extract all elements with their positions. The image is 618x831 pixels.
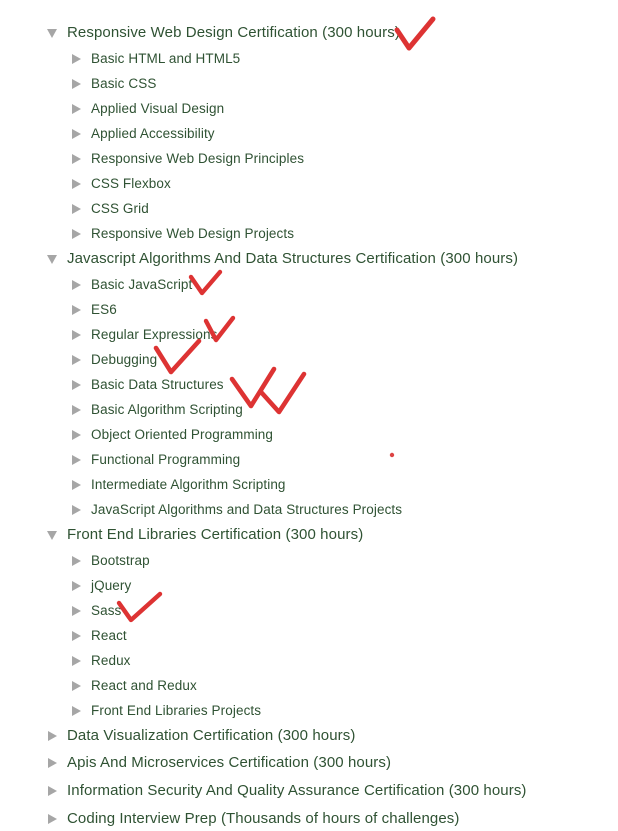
triangle-right-icon[interactable] — [70, 353, 84, 367]
triangle-right-icon[interactable] — [70, 629, 84, 643]
triangle-right-icon[interactable] — [46, 756, 60, 770]
triangle-right-icon[interactable] — [70, 654, 84, 668]
course-label: Regular Expressions — [91, 326, 218, 342]
course-label: JavaScript Algorithms and Data Structure… — [91, 501, 403, 517]
course-row[interactable]: React and Redux — [70, 673, 197, 698]
triangle-right-icon[interactable] — [70, 403, 84, 417]
course-row[interactable]: Regular Expressions — [70, 322, 217, 347]
course-row[interactable]: Basic JavaScript — [70, 272, 192, 297]
certification-label: Apis And Microservices Certification (30… — [67, 753, 392, 771]
course-label: Debugging — [91, 351, 158, 367]
course-label: Redux — [91, 652, 131, 668]
course-row[interactable]: Basic CSS — [70, 71, 156, 96]
certification-row[interactable]: Coding Interview Prep (Thousands of hour… — [46, 806, 459, 831]
course-row[interactable]: Sass — [70, 598, 121, 623]
course-row[interactable]: CSS Grid — [70, 196, 149, 221]
course-label: Applied Visual Design — [91, 100, 225, 116]
course-row[interactable]: jQuery — [70, 573, 131, 598]
course-label: Basic Algorithm Scripting — [91, 401, 243, 417]
triangle-down-icon[interactable] — [46, 26, 60, 40]
course-row[interactable]: Applied Visual Design — [70, 96, 224, 121]
course-row[interactable]: JavaScript Algorithms and Data Structure… — [70, 497, 402, 522]
course-label: ES6 — [91, 301, 117, 317]
triangle-down-icon[interactable] — [46, 252, 60, 266]
course-label: Basic Data Structures — [91, 376, 224, 392]
course-row[interactable]: Applied Accessibility — [70, 121, 215, 146]
certification-label: Javascript Algorithms And Data Structure… — [67, 249, 519, 267]
course-label: CSS Flexbox — [91, 175, 171, 191]
course-label: Object Oriented Programming — [91, 426, 274, 442]
course-label: Basic CSS — [91, 75, 157, 91]
certification-label: Data Visualization Certification (300 ho… — [67, 726, 356, 744]
course-row[interactable]: Redux — [70, 648, 131, 673]
course-row[interactable]: Basic HTML and HTML5 — [70, 46, 240, 71]
triangle-right-icon[interactable] — [70, 102, 84, 116]
certification-label: Information Security And Quality Assuran… — [67, 781, 527, 799]
triangle-right-icon[interactable] — [70, 679, 84, 693]
certification-row[interactable]: Javascript Algorithms And Data Structure… — [46, 246, 518, 271]
triangle-right-icon[interactable] — [70, 453, 84, 467]
course-row[interactable]: Basic Data Structures — [70, 372, 224, 397]
curriculum-tree: Responsive Web Design Certification (300… — [0, 0, 618, 827]
course-label: Front End Libraries Projects — [91, 702, 262, 718]
triangle-right-icon[interactable] — [70, 77, 84, 91]
course-label: Applied Accessibility — [91, 125, 215, 141]
certification-label: Responsive Web Design Certification (300… — [67, 23, 400, 41]
course-row[interactable]: React — [70, 623, 127, 648]
course-label: React and Redux — [91, 677, 197, 693]
triangle-right-icon[interactable] — [70, 604, 84, 618]
triangle-down-icon[interactable] — [46, 528, 60, 542]
course-row[interactable]: Functional Programming — [70, 447, 240, 472]
course-label: Bootstrap — [91, 552, 150, 568]
course-label: Intermediate Algorithm Scripting — [91, 476, 286, 492]
certification-label: Front End Libraries Certification (300 h… — [67, 525, 364, 543]
course-row[interactable]: Debugging — [70, 347, 157, 372]
course-label: Basic HTML and HTML5 — [91, 50, 241, 66]
course-label: React — [91, 627, 127, 643]
triangle-right-icon[interactable] — [70, 303, 84, 317]
triangle-right-icon[interactable] — [70, 328, 84, 342]
course-row[interactable]: Bootstrap — [70, 548, 150, 573]
course-label: Basic JavaScript — [91, 276, 193, 292]
course-row[interactable]: CSS Flexbox — [70, 171, 171, 196]
course-row[interactable]: Intermediate Algorithm Scripting — [70, 472, 286, 497]
course-row[interactable]: Object Oriented Programming — [70, 422, 273, 447]
triangle-right-icon[interactable] — [70, 152, 84, 166]
course-row[interactable]: Responsive Web Design Principles — [70, 146, 304, 171]
triangle-right-icon[interactable] — [70, 503, 84, 517]
course-row[interactable]: ES6 — [70, 297, 117, 322]
triangle-right-icon[interactable] — [70, 177, 84, 191]
course-label: CSS Grid — [91, 200, 149, 216]
certification-row[interactable]: Information Security And Quality Assuran… — [46, 778, 527, 803]
certification-label: Coding Interview Prep (Thousands of hour… — [67, 809, 460, 827]
triangle-right-icon[interactable] — [70, 278, 84, 292]
certification-row[interactable]: Responsive Web Design Certification (300… — [46, 20, 400, 45]
triangle-right-icon[interactable] — [46, 784, 60, 798]
triangle-right-icon[interactable] — [70, 378, 84, 392]
certification-row[interactable]: Apis And Microservices Certification (30… — [46, 750, 391, 775]
triangle-right-icon[interactable] — [70, 202, 84, 216]
course-label: Responsive Web Design Projects — [91, 225, 295, 241]
triangle-right-icon[interactable] — [70, 478, 84, 492]
triangle-right-icon[interactable] — [70, 579, 84, 593]
triangle-right-icon[interactable] — [46, 729, 60, 743]
course-label: Functional Programming — [91, 451, 241, 467]
triangle-right-icon[interactable] — [70, 704, 84, 718]
course-label: Sass — [91, 602, 122, 618]
course-label: jQuery — [91, 577, 132, 593]
triangle-right-icon[interactable] — [46, 812, 60, 826]
course-label: Responsive Web Design Principles — [91, 150, 305, 166]
course-row[interactable]: Basic Algorithm Scripting — [70, 397, 243, 422]
course-row[interactable]: Front End Libraries Projects — [70, 698, 261, 723]
certification-row[interactable]: Data Visualization Certification (300 ho… — [46, 723, 355, 748]
triangle-right-icon[interactable] — [70, 428, 84, 442]
certification-row[interactable]: Front End Libraries Certification (300 h… — [46, 522, 363, 547]
triangle-right-icon[interactable] — [70, 554, 84, 568]
triangle-right-icon[interactable] — [70, 127, 84, 141]
triangle-right-icon[interactable] — [70, 227, 84, 241]
triangle-right-icon[interactable] — [70, 52, 84, 66]
course-row[interactable]: Responsive Web Design Projects — [70, 221, 294, 246]
